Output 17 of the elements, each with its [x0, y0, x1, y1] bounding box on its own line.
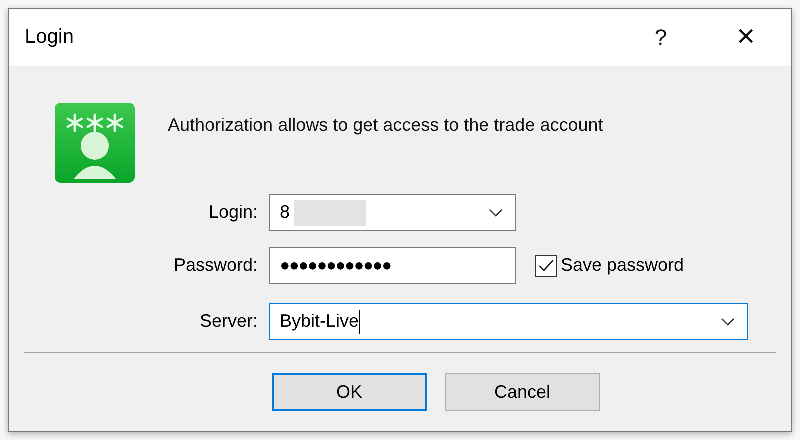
chevron-down-icon[interactable] — [721, 318, 735, 326]
dialog-button[interactable]: OK — [272, 373, 427, 411]
user-password-icon — [55, 103, 135, 183]
combo-field[interactable]: Bybit-Live — [269, 303, 748, 340]
password-field[interactable]: ●●●●●●●●●●●● — [269, 247, 516, 284]
close-button[interactable]: ✕ — [731, 23, 761, 52]
combo-field[interactable]: 8 — [269, 194, 516, 231]
info-text: Authorization allows to get access to the trade account — [168, 115, 604, 137]
chevron-down-icon[interactable] — [489, 208, 503, 216]
field-label: Login: — [208, 202, 258, 223]
dialog-button[interactable]: Cancel — [445, 373, 600, 411]
field-label: Server: — [198, 311, 258, 332]
checkbox[interactable] — [535, 254, 557, 276]
help-button[interactable]: ? — [646, 24, 676, 50]
checkbox-label[interactable]: Save password — [561, 255, 684, 276]
window-title: Login — [25, 26, 75, 49]
field-label: Password: — [172, 255, 258, 276]
